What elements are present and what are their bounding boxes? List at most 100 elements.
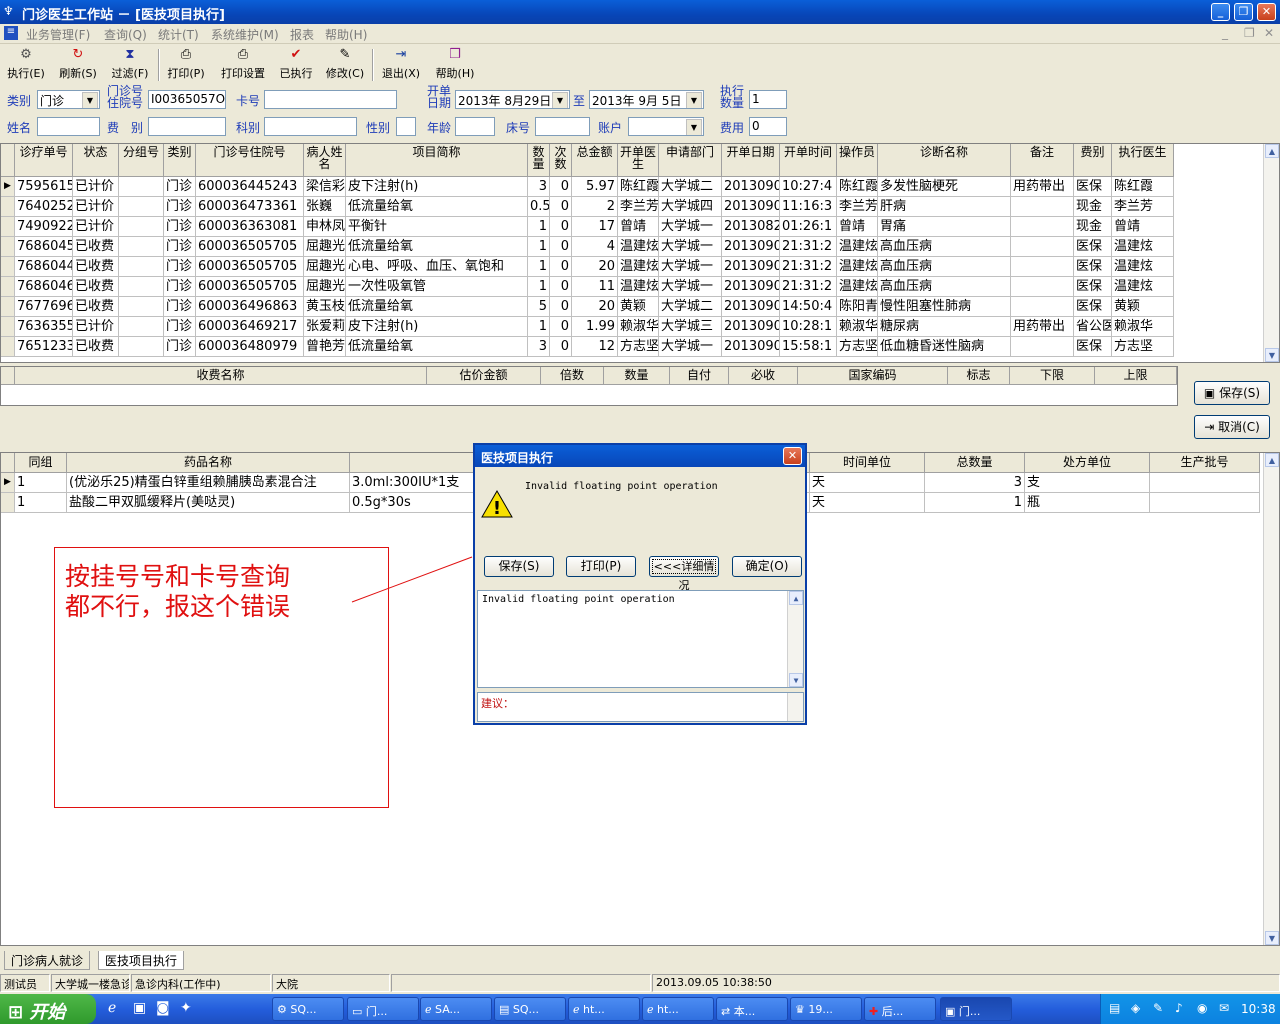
table-cell[interactable]: 10:28:1: [780, 317, 837, 337]
table-cell[interactable]: 1: [528, 217, 550, 237]
table-cell[interactable]: [1011, 297, 1074, 317]
table-cell[interactable]: 2013090: [722, 197, 780, 217]
table-cell[interactable]: [119, 257, 164, 277]
table-cell[interactable]: 1: [528, 257, 550, 277]
table-cell[interactable]: 3: [528, 337, 550, 357]
grid-scrollbar[interactable]: ▲ ▼: [1263, 144, 1279, 362]
column-header[interactable]: 处方单位: [1025, 453, 1150, 473]
column-header[interactable]: 执行医生: [1112, 144, 1174, 177]
table-cell[interactable]: 3: [925, 473, 1025, 493]
table-cell[interactable]: 600036480979: [196, 337, 304, 357]
date-from-picker[interactable]: 2013年 8月29日: [455, 90, 570, 109]
table-cell[interactable]: 温建炫: [1112, 277, 1174, 297]
help-button[interactable]: ❒ 帮助(H): [432, 47, 478, 83]
menu-query[interactable]: 查询(Q): [104, 26, 147, 43]
execute-button[interactable]: ⚙ 执行(E): [4, 47, 48, 83]
filter-button[interactable]: ⧗ 过滤(F): [108, 47, 152, 83]
table-cell[interactable]: 7490922: [15, 217, 73, 237]
table-cell[interactable]: 屈趣光: [304, 237, 346, 257]
table-cell[interactable]: [119, 337, 164, 357]
column-header[interactable]: 估价金额: [427, 367, 541, 385]
table-cell[interactable]: 2013082: [722, 217, 780, 237]
table-cell[interactable]: 3: [528, 177, 550, 197]
table-cell[interactable]: 温建炫: [837, 237, 878, 257]
close-button[interactable]: ✕: [1257, 3, 1276, 21]
table-cell[interactable]: 皮下注射(h): [346, 177, 528, 197]
column-header[interactable]: 开单医生: [618, 144, 659, 177]
table-cell[interactable]: 赖淑华: [1112, 317, 1174, 337]
tray-security-icon[interactable]: ✎: [1153, 1001, 1163, 1015]
menu-business[interactable]: 业务管理(F): [26, 26, 90, 43]
window-titlebar[interactable]: ♆ 门诊医生工作站 － [医技项目执行] _ ❐ ✕: [0, 0, 1280, 24]
row-indicator[interactable]: [1, 237, 15, 257]
row-indicator[interactable]: [1, 317, 15, 337]
table-cell[interactable]: 医保: [1074, 277, 1112, 297]
age-input[interactable]: [455, 117, 495, 136]
table-cell[interactable]: 门诊: [164, 257, 196, 277]
column-header[interactable]: 次数: [550, 144, 572, 177]
taskbar-task[interactable]: ⚙ SQ...: [272, 997, 344, 1021]
menu-help[interactable]: 帮助(H): [325, 26, 367, 43]
suggestion-scrollbar[interactable]: [787, 693, 803, 721]
table-cell[interactable]: 门诊: [164, 177, 196, 197]
table-cell[interactable]: 1: [925, 493, 1025, 513]
column-header[interactable]: 分组号: [119, 144, 164, 177]
table-cell[interactable]: 医保: [1074, 177, 1112, 197]
table-cell[interactable]: 5: [528, 297, 550, 317]
cancel-button[interactable]: ⇥ 取消(C): [1194, 415, 1270, 439]
table-cell[interactable]: 0: [550, 277, 572, 297]
cost-input[interactable]: 0: [749, 117, 787, 136]
column-header[interactable]: 病人姓名: [304, 144, 346, 177]
column-header[interactable]: 申请部门: [659, 144, 722, 177]
table-cell[interactable]: 2013090: [722, 337, 780, 357]
taskbar-task[interactable]: ⇄ 本...: [716, 997, 788, 1021]
table-cell[interactable]: 0: [550, 317, 572, 337]
table-cell[interactable]: [1011, 257, 1074, 277]
row-indicator[interactable]: ▶: [1, 177, 15, 197]
minimize-button[interactable]: _: [1211, 3, 1230, 21]
table-cell[interactable]: 平衡针: [346, 217, 528, 237]
app-menu-icon[interactable]: ≡: [4, 26, 18, 40]
print-setup-button[interactable]: ⎙ 打印设置: [216, 47, 270, 83]
bed-input[interactable]: [535, 117, 590, 136]
column-header[interactable]: 开单时间: [780, 144, 837, 177]
table-cell[interactable]: 医保: [1074, 257, 1112, 277]
refresh-button[interactable]: ↻ 刷新(S): [56, 47, 100, 83]
table-cell[interactable]: 低流量给氧: [346, 237, 528, 257]
table-cell[interactable]: (优泌乐25)精蛋白锌重组赖脯胰岛素混合注: [67, 473, 350, 493]
table-cell[interactable]: 现金: [1074, 197, 1112, 217]
dialog-close-button[interactable]: ✕: [783, 447, 802, 465]
quicklaunch-app-icon[interactable]: ✦: [180, 1000, 192, 1016]
column-header[interactable]: 诊断名称: [878, 144, 1011, 177]
table-cell[interactable]: [119, 197, 164, 217]
save-button[interactable]: ▣ 保存(S): [1194, 381, 1270, 405]
table-cell[interactable]: 7636355: [15, 317, 73, 337]
table-cell[interactable]: [1011, 277, 1074, 297]
column-header[interactable]: 诊疗单号: [15, 144, 73, 177]
column-header[interactable]: 总金额: [572, 144, 618, 177]
table-cell[interactable]: 陈红霞: [618, 177, 659, 197]
mdi-min-icon[interactable]: _: [1222, 26, 1228, 40]
table-cell[interactable]: [119, 277, 164, 297]
table-cell[interactable]: 11: [572, 277, 618, 297]
table-cell[interactable]: 温建炫: [1112, 237, 1174, 257]
table-cell[interactable]: 曾靖: [618, 217, 659, 237]
table-cell[interactable]: 方志坚: [618, 337, 659, 357]
table-cell[interactable]: 多发性脑梗死: [878, 177, 1011, 197]
table-cell[interactable]: 支: [1025, 473, 1150, 493]
taskbar-task[interactable]: ℯ ht...: [568, 997, 640, 1021]
table-cell[interactable]: 已收费: [73, 257, 119, 277]
table-cell[interactable]: [1011, 197, 1074, 217]
table-cell[interactable]: 温建炫: [837, 257, 878, 277]
table-cell[interactable]: 高血压病: [878, 257, 1011, 277]
table-cell[interactable]: 1: [528, 317, 550, 337]
grid-scrollbar[interactable]: ▲ ▼: [1263, 453, 1279, 945]
table-cell[interactable]: 屈趣光: [304, 277, 346, 297]
table-cell[interactable]: 赖淑华: [837, 317, 878, 337]
column-header[interactable]: 状态: [73, 144, 119, 177]
sex-input[interactable]: [396, 117, 416, 136]
table-cell[interactable]: 陈红霞: [837, 177, 878, 197]
restore-button[interactable]: ❐: [1234, 3, 1253, 21]
dept-input[interactable]: [264, 117, 357, 136]
table-cell[interactable]: 方志坚: [837, 337, 878, 357]
